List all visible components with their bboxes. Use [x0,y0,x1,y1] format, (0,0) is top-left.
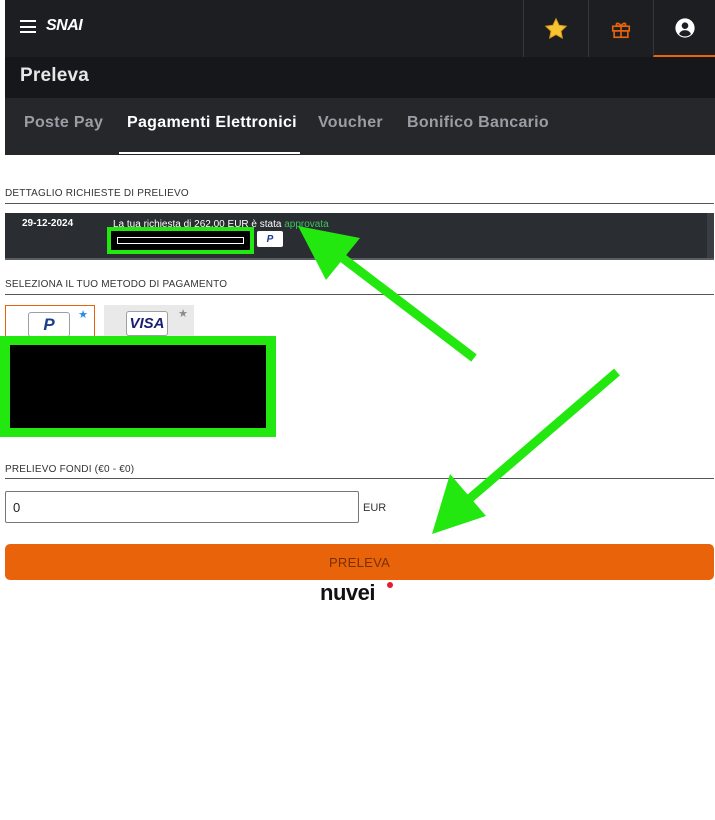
tab-bonifico-bancario[interactable]: Bonifico Bancario [407,114,549,132]
page-title: Preleva [20,65,90,86]
title-bar: Preleva [5,57,715,98]
favorite-star-icon[interactable]: ★ [78,308,88,321]
withdraw-section-label: PRELIEVO FONDI (€0 - €0) [5,464,135,475]
paypal-logo: P [28,312,70,337]
favorite-star-icon[interactable]: ★ [178,307,188,320]
visa-logo: VISA [126,311,168,336]
nuvei-logo: nuvei [320,580,375,605]
request-status: approvata [284,219,329,230]
paypal-badge: P [257,231,283,247]
account-button[interactable] [653,0,715,57]
divider [5,478,714,479]
star-icon [544,17,567,39]
gift-icon [611,22,630,38]
tab-poste-pay[interactable]: Poste Pay [24,114,103,132]
tab-voucher[interactable]: Voucher [318,114,383,132]
redaction-box [0,336,276,437]
method-section-label: SELEZIONA IL TUO METODO DI PAGAMENTO [5,279,228,290]
preleva-button[interactable]: PRELEVA [5,544,714,580]
active-tab-indicator [119,152,300,154]
redaction-box [107,227,254,254]
visa-method-card[interactable]: VISA ★ [104,305,194,336]
currency-label: EUR [363,502,387,514]
brand-logo[interactable]: SNAI [46,17,83,35]
top-header: SNAI [5,0,715,57]
tab-pagamenti-elettronici[interactable]: Pagamenti Elettronici [127,114,297,132]
page: SNAI Preleva Poste Pay Pagamenti Elettro… [0,0,715,820]
menu-icon[interactable] [20,20,36,33]
payment-tabs: Poste Pay Pagamenti Elettronici Voucher … [5,98,715,155]
divider [5,203,714,204]
arrow-icon [432,368,620,534]
favorites-button[interactable] [523,0,587,57]
withdrawal-request-row: 29-12-2024 La tua richiesta di 262.00 EU… [5,213,714,260]
scrollbar[interactable] [707,213,714,258]
paypal-method-card[interactable]: P ★ [5,305,95,337]
request-date: 29-12-2024 [22,218,74,229]
divider [5,294,714,295]
requests-section-label: DETTAGLIO RICHIESTE DI PRELIEVO [5,188,189,199]
user-icon [674,17,695,38]
nuvei-logo-dot [387,582,393,588]
amount-input[interactable] [5,491,359,523]
bonus-button[interactable] [588,0,652,57]
